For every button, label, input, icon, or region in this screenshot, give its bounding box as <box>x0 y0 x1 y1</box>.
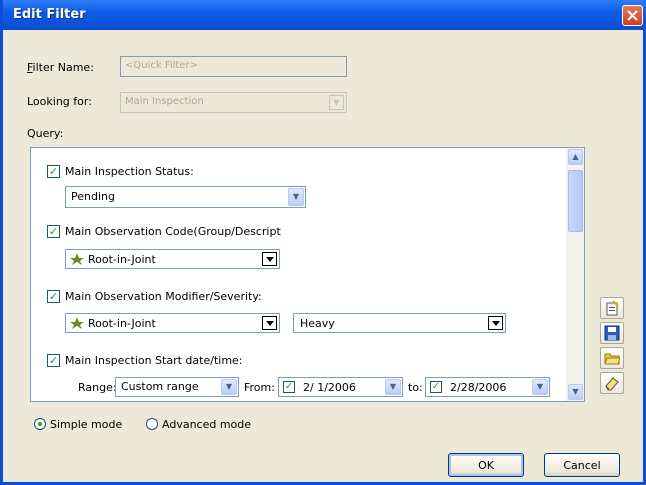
clear-filter-button[interactable] <box>600 372 624 394</box>
scroll-up-icon[interactable]: ▲ <box>568 149 583 165</box>
save-icon <box>604 325 620 341</box>
start-date-condition-label: Main Inspection Start date/time: <box>65 354 243 367</box>
from-label: From: <box>244 381 275 394</box>
from-date-value: 2/ 1/2006 <box>303 381 356 394</box>
to-label: to: <box>408 381 423 394</box>
radio-selected-dot <box>38 422 42 426</box>
severity-value: Heavy <box>300 317 335 330</box>
code-select[interactable]: Root-in-Joint <box>65 249 280 269</box>
close-icon <box>627 10 638 21</box>
edit-filter-dialog: Edit Filter Filter Name: <Quick Filter> … <box>0 0 646 485</box>
scroll-down-icon[interactable]: ▼ <box>568 384 583 400</box>
query-panel[interactable]: ✓ Main Inspection Status: Pending ▼ ✓ Ma… <box>30 147 585 402</box>
check-icon: ✓ <box>431 381 441 392</box>
save-filter-button[interactable] <box>600 322 624 344</box>
range-label: Range: <box>78 381 117 394</box>
start-date-checkbox[interactable]: ✓ <box>47 354 60 367</box>
from-date-picker[interactable]: ✓ 2/ 1/2006 ▼ <box>278 377 403 397</box>
filter-name-label: Filter Name: <box>27 61 94 74</box>
check-icon: ✓ <box>48 225 59 238</box>
vertical-scrollbar[interactable]: ▲ ▼ <box>566 148 584 401</box>
new-filter-button[interactable] <box>600 297 624 319</box>
chevron-down-icon[interactable]: ▼ <box>385 379 401 395</box>
looking-for-value: Main Inspection <box>125 96 204 107</box>
filter-name-input: <Quick Filter> <box>120 56 347 77</box>
chevron-down-icon[interactable] <box>262 252 277 266</box>
advanced-mode-label[interactable]: Advanced mode <box>162 418 251 431</box>
close-button[interactable] <box>622 5 643 26</box>
eraser-icon <box>605 377 619 391</box>
modifier-condition-label: Main Observation Modifier/Severity: <box>65 290 262 303</box>
range-value: Custom range <box>121 380 199 393</box>
simple-mode-label[interactable]: Simple mode <box>50 418 122 431</box>
looking-for-select: Main Inspection ▼ <box>120 92 347 113</box>
chevron-down-icon[interactable] <box>488 316 503 330</box>
status-condition-label: Main Inspection Status: <box>65 165 194 178</box>
cancel-button[interactable]: Cancel <box>544 453 620 477</box>
modifier-checkbox[interactable]: ✓ <box>47 290 60 303</box>
check-icon: ✓ <box>48 165 59 178</box>
ok-button[interactable]: OK <box>448 453 524 477</box>
status-select[interactable]: Pending ▼ <box>65 186 306 208</box>
chevron-down-icon[interactable]: ▼ <box>532 379 548 395</box>
check-icon: ✓ <box>48 354 59 367</box>
severity-select[interactable]: Heavy <box>293 313 506 333</box>
new-filter-icon <box>606 300 619 316</box>
scroll-thumb[interactable] <box>568 170 583 232</box>
open-filter-button[interactable] <box>600 347 624 369</box>
code-value: Root-in-Joint <box>88 253 156 266</box>
tree-node-icon <box>70 317 84 329</box>
range-select[interactable]: Custom range ▼ <box>115 377 239 397</box>
code-condition-label: Main Observation Code(Group/Descript <box>65 225 281 238</box>
modifier-value: Root-in-Joint <box>88 317 156 330</box>
looking-for-label: Looking for: <box>27 95 92 108</box>
chevron-down-icon[interactable]: ▼ <box>221 379 237 395</box>
to-date-picker[interactable]: ✓ 2/28/2006 ▼ <box>425 377 550 397</box>
filter-name-placeholder: <Quick Filter> <box>125 60 198 71</box>
chevron-down-icon[interactable] <box>262 316 277 330</box>
open-folder-icon <box>604 353 620 365</box>
to-date-checkbox[interactable]: ✓ <box>430 381 442 393</box>
tree-node-icon <box>70 253 84 265</box>
window-title: Edit Filter <box>13 7 86 22</box>
code-checkbox[interactable]: ✓ <box>47 225 60 238</box>
check-icon: ✓ <box>48 290 59 303</box>
title-bar[interactable]: Edit Filter <box>3 0 646 30</box>
status-checkbox[interactable]: ✓ <box>47 165 60 178</box>
simple-mode-radio[interactable] <box>34 418 46 430</box>
status-value: Pending <box>71 190 115 203</box>
chevron-down-icon[interactable]: ▼ <box>288 188 304 206</box>
query-label: Query: <box>27 127 64 140</box>
to-date-value: 2/28/2006 <box>450 381 507 394</box>
modifier-select[interactable]: Root-in-Joint <box>65 313 280 333</box>
from-date-checkbox[interactable]: ✓ <box>283 381 295 393</box>
chevron-down-icon: ▼ <box>329 95 344 110</box>
check-icon: ✓ <box>284 381 294 392</box>
advanced-mode-radio[interactable] <box>146 418 158 430</box>
